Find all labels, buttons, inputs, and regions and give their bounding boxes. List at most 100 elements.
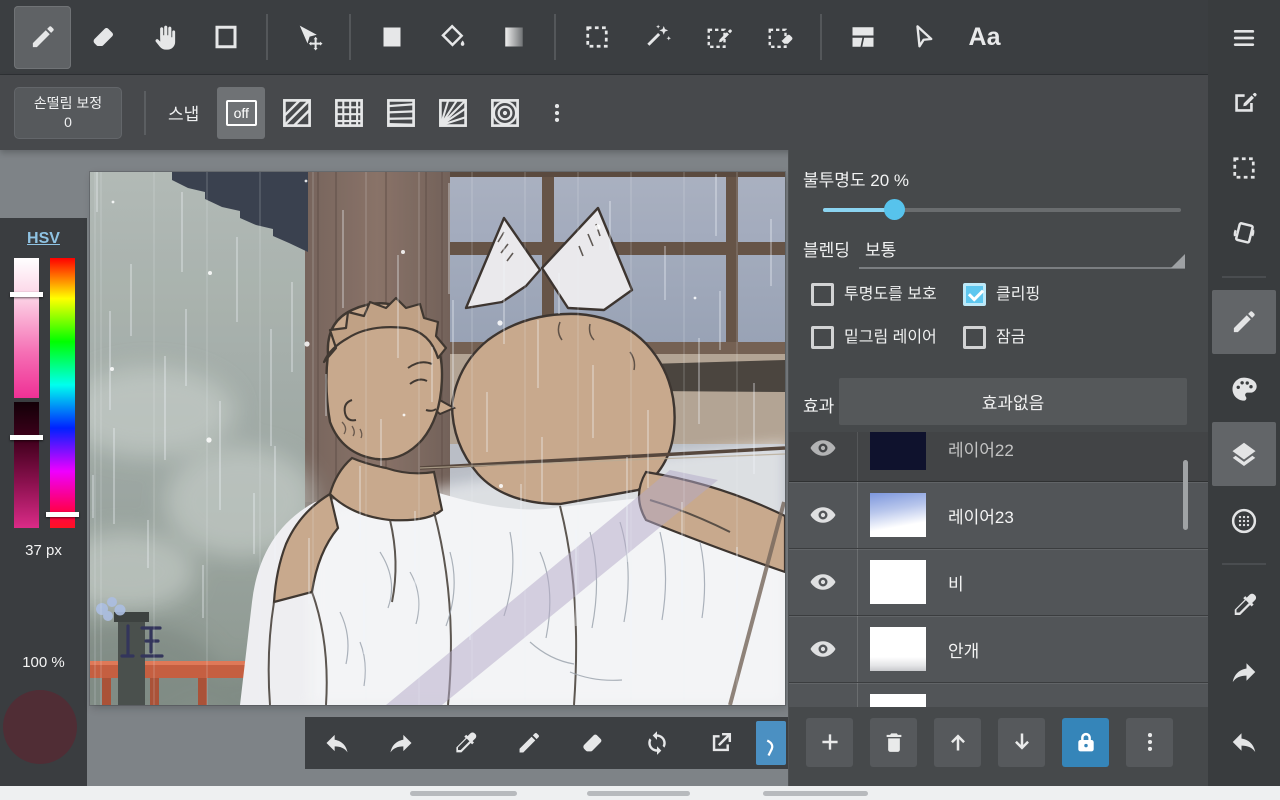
eyedropper-button[interactable] xyxy=(433,717,497,769)
redo-sidebar-button[interactable] xyxy=(1212,644,1276,700)
layer-visibility-eye-icon[interactable] xyxy=(789,432,857,481)
edit-menu-button[interactable] xyxy=(1212,75,1276,131)
snap-grid-icon xyxy=(331,95,367,131)
undo-sidebar-button[interactable] xyxy=(1212,714,1276,770)
text-tool[interactable]: Aa xyxy=(956,6,1013,69)
canvas-artwork[interactable] xyxy=(90,172,785,705)
blending-label: 블렌딩 xyxy=(803,236,850,261)
color-panel-button[interactable] xyxy=(1212,361,1276,417)
magic-wand-tool[interactable] xyxy=(629,6,686,69)
delete-layer-button[interactable] xyxy=(870,718,917,767)
saturation-slider-handle[interactable] xyxy=(10,292,43,297)
snap-diagonal-button[interactable] xyxy=(271,81,323,144)
canvas-divide-tool[interactable] xyxy=(834,6,891,69)
resize-handle[interactable] xyxy=(587,791,690,796)
layer-row[interactable]: 안개 xyxy=(789,616,1209,683)
layer-row-body[interactable]: 레이어22 xyxy=(857,432,1209,481)
divide-icon xyxy=(848,22,878,52)
layer-row[interactable] xyxy=(789,683,1209,707)
checkbox-unchecked[interactable] xyxy=(963,326,986,349)
layer-row-body[interactable]: 레이어23 xyxy=(857,482,1209,548)
main-menu-button[interactable] xyxy=(1212,10,1276,66)
select-eraser-tool[interactable] xyxy=(751,6,808,69)
layer-properties-panel: 불투명도 20 % 블렌딩 보통 투명도를 보호클리핑밑그림 레이어잠금 효과 … xyxy=(788,150,1209,786)
resize-handle[interactable] xyxy=(410,791,517,796)
reset-view-button[interactable] xyxy=(625,717,689,769)
layer-thumbnail xyxy=(870,493,926,537)
layer-visibility-eye-icon[interactable] xyxy=(789,549,857,615)
operate-tool[interactable] xyxy=(895,6,952,69)
value-slider[interactable] xyxy=(14,402,39,528)
layer-opacity-slider-handle[interactable] xyxy=(884,199,905,220)
value-slider-handle[interactable] xyxy=(10,435,43,440)
checkbox-unchecked[interactable] xyxy=(811,283,834,306)
snap-off-button[interactable]: off xyxy=(217,87,265,139)
brush-panel-button[interactable] xyxy=(1212,290,1276,354)
layer-thumbnail xyxy=(870,560,926,604)
lock-icon xyxy=(1073,729,1099,755)
brush-color-preview[interactable] xyxy=(3,690,77,764)
effect-button[interactable]: 효과없음 xyxy=(839,378,1187,425)
snap-concentric-button[interactable] xyxy=(479,81,531,144)
eraser-tool[interactable] xyxy=(75,6,132,69)
layer-row-body[interactable] xyxy=(857,683,1209,707)
checkbox-checked[interactable] xyxy=(963,283,986,306)
material-panel-button[interactable] xyxy=(1212,493,1276,549)
hue-slider[interactable] xyxy=(50,258,75,528)
saturation-slider[interactable] xyxy=(14,258,39,398)
snap-radial-button[interactable] xyxy=(427,81,479,144)
pen-tool[interactable] xyxy=(14,6,71,69)
eyedropper-sidebar-button[interactable] xyxy=(1212,577,1276,633)
hsv-link[interactable]: HSV xyxy=(0,230,87,248)
bucket-icon xyxy=(438,22,468,52)
redo-button[interactable] xyxy=(369,717,433,769)
resize-handle[interactable] xyxy=(763,791,868,796)
move-layer-down-button[interactable] xyxy=(998,718,1045,767)
shape-tool[interactable] xyxy=(363,6,420,69)
brush-opacity-value: 100 % xyxy=(0,654,87,671)
layer-more-button[interactable] xyxy=(1126,718,1173,767)
checkbox-unchecked[interactable] xyxy=(811,326,834,349)
gradient-tool[interactable] xyxy=(485,6,542,69)
hue-slider-handle[interactable] xyxy=(46,512,79,517)
layer-list-scrollbar[interactable] xyxy=(1183,460,1188,530)
layer-row[interactable]: 레이어23 xyxy=(789,482,1209,549)
select-pen-tool[interactable] xyxy=(690,6,747,69)
sidebar-divider xyxy=(1222,563,1266,565)
layer-row[interactable]: 비 xyxy=(789,549,1209,616)
blending-select[interactable]: 보통 xyxy=(865,236,896,261)
select-menu-button[interactable] xyxy=(1212,140,1276,196)
layer-visibility-eye-icon[interactable] xyxy=(789,616,857,682)
move-layer-up-button[interactable] xyxy=(934,718,981,767)
move-tool[interactable] xyxy=(280,6,337,69)
select-rect-tool[interactable] xyxy=(568,6,625,69)
partially-hidden-blue-button[interactable] xyxy=(756,721,786,765)
undo-button[interactable] xyxy=(305,717,369,769)
gradient-icon xyxy=(499,22,529,52)
select-icon xyxy=(1229,153,1259,183)
fill-tool[interactable] xyxy=(424,6,481,69)
edit-square-icon xyxy=(1229,88,1259,118)
undo-icon xyxy=(1229,727,1259,757)
layer-visibility-eye-icon[interactable] xyxy=(789,482,857,548)
layer-row-body[interactable]: 비 xyxy=(857,549,1209,615)
snap-grid-button[interactable] xyxy=(323,81,375,144)
snap-parallel-icon xyxy=(383,95,419,131)
layers-panel-button[interactable] xyxy=(1212,422,1276,486)
collapse-color-panel-button[interactable] xyxy=(12,162,52,202)
snap-more-button[interactable] xyxy=(531,81,583,144)
hand-tool[interactable] xyxy=(136,6,193,69)
stabilizer-button[interactable]: 손떨림 보정 0 xyxy=(14,87,122,139)
frame-tool[interactable] xyxy=(197,6,254,69)
eraser-button[interactable] xyxy=(561,717,625,769)
layer-row-body[interactable]: 안개 xyxy=(857,616,1209,682)
transform-menu-button[interactable] xyxy=(1212,205,1276,261)
export-button[interactable] xyxy=(689,717,753,769)
layer-row[interactable]: 레이어22 xyxy=(789,432,1209,482)
add-layer-button[interactable] xyxy=(806,718,853,767)
select-pen-icon xyxy=(704,22,734,52)
layer-visibility-eye-icon[interactable] xyxy=(789,683,857,707)
pen-button[interactable] xyxy=(497,717,561,769)
snap-parallel-button[interactable] xyxy=(375,81,427,144)
lock-layer-button[interactable] xyxy=(1062,718,1109,767)
